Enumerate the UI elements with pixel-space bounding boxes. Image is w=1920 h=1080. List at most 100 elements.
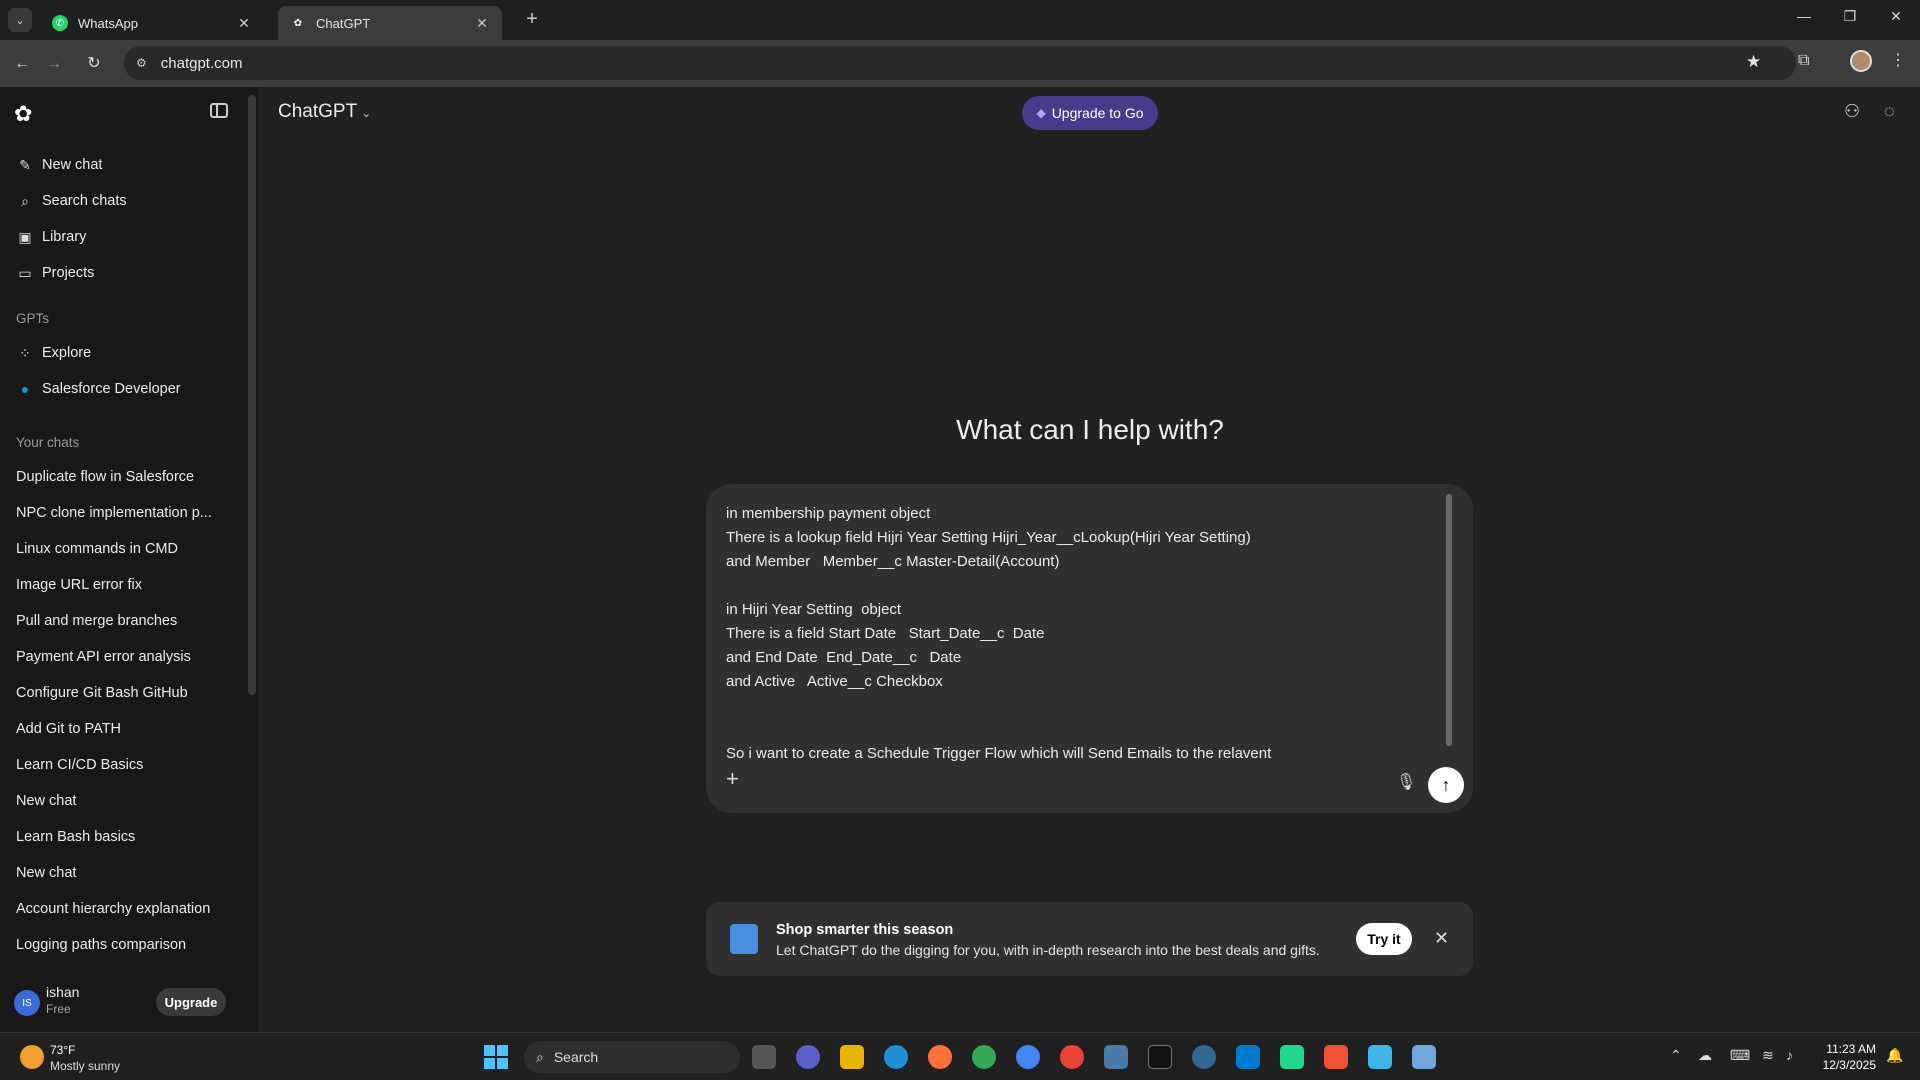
sidebar-item-salesforce-developer[interactable]: ● Salesforce Developer	[16, 376, 181, 402]
chat-history-item[interactable]: Learn CI/CD Basics	[16, 757, 143, 773]
chat-history-item[interactable]: Payment API error analysis	[16, 649, 191, 665]
restore-button[interactable]: ❐	[1838, 8, 1862, 25]
add-person-icon[interactable]: ⚇	[1844, 101, 1860, 122]
chat-history-item[interactable]: Configure Git Bash GitHub	[16, 685, 188, 701]
chat-history-item[interactable]: Linux commands in CMD	[16, 541, 178, 557]
notification-bell-icon[interactable]: 🔔	[1886, 1047, 1903, 1064]
prompt-input[interactable]: in membership payment object There is a …	[726, 502, 1426, 766]
sidebar-item-library[interactable]: ▣ Library	[16, 224, 86, 250]
firefox-icon[interactable]	[928, 1045, 952, 1069]
salesforce-gpt-icon: ●	[20, 381, 30, 397]
windows-start-icon[interactable]	[484, 1045, 508, 1069]
wifi-icon[interactable]: ≋	[1762, 1047, 1774, 1064]
extensions-icon[interactable]: ⧉	[1798, 52, 1809, 70]
sidebar-item-explore[interactable]: ⁘ Explore	[16, 340, 91, 366]
chat-history-item[interactable]: Learn Bash basics	[16, 829, 135, 845]
photos-icon[interactable]	[1104, 1045, 1128, 1069]
chat-history-item[interactable]: New chat	[16, 793, 76, 809]
tab-whatsapp[interactable]: ✆ WhatsApp ✕	[40, 6, 264, 40]
sidebar-item-label: Library	[42, 229, 87, 245]
chat-history-item[interactable]: Pull and merge branches	[16, 613, 177, 629]
model-selector[interactable]: ChatGPT ⌄	[278, 101, 371, 123]
pycharm-icon[interactable]	[1280, 1045, 1304, 1069]
postgres-icon[interactable]	[1192, 1045, 1216, 1069]
tab-chatgpt[interactable]: ✿ ChatGPT ✕	[278, 6, 502, 40]
gpts-section-label: GPTs	[16, 311, 50, 326]
chrome-icon[interactable]	[972, 1045, 996, 1069]
promo-title: Shop smarter this season	[776, 922, 954, 938]
chat-history-item[interactable]: Account hierarchy explanation	[16, 901, 210, 917]
chat-history-item[interactable]: NPC clone implementation p...	[16, 505, 212, 521]
sidebar-item-projects[interactable]: ▭ Projects	[16, 260, 94, 286]
back-icon[interactable]: ←	[10, 52, 34, 76]
close-window-button[interactable]: ✕	[1884, 8, 1908, 25]
clock-date: 12/3/2025	[1822, 1058, 1876, 1072]
browser-tabbar: ⌄ ✆ WhatsApp ✕ ✿ ChatGPT ✕ + — ❐ ✕	[0, 0, 1920, 40]
try-it-button[interactable]: Try it	[1356, 923, 1412, 955]
library-icon: ▣	[18, 228, 32, 245]
browser-menu-icon[interactable]: ⋮	[1890, 50, 1906, 70]
bookmark-star-icon[interactable]: ★	[1746, 52, 1761, 72]
volume-icon[interactable]: ♪	[1786, 1047, 1793, 1063]
chatgpt-icon: ✿	[293, 17, 303, 29]
terminal-icon[interactable]	[1148, 1045, 1172, 1069]
chat-history-item[interactable]: Add Git to PATH	[16, 721, 121, 737]
git-icon[interactable]	[1324, 1045, 1348, 1069]
close-icon[interactable]: ✕	[236, 15, 252, 32]
user-account-row[interactable]: IS ishan Free Upgrade	[0, 976, 258, 1032]
sidebar-item-label: New chat	[42, 157, 103, 173]
chat-history-item[interactable]: New chat	[16, 865, 76, 881]
temporary-chat-icon[interactable]: ◌	[1884, 101, 1895, 122]
upgrade-to-go-button[interactable]: ◆ Upgrade to Go	[1022, 96, 1158, 130]
user-plan: Free	[46, 1002, 71, 1016]
taskbar-search[interactable]: ⌕ Search	[524, 1041, 740, 1073]
chatgpt-logo-icon[interactable]: ✿	[14, 101, 32, 127]
address-bar[interactable]: ⚙ chatgpt.com	[124, 46, 1796, 80]
tab-search-menu-button[interactable]: ⌄	[8, 8, 32, 32]
minimize-button[interactable]: —	[1792, 8, 1816, 24]
vscode-icon[interactable]	[1236, 1045, 1260, 1069]
notepad-icon[interactable]	[1368, 1045, 1392, 1069]
edge-icon[interactable]	[884, 1045, 908, 1069]
profile-avatar[interactable]	[1850, 50, 1872, 72]
chat-history-item[interactable]: Duplicate flow in Salesforce	[16, 469, 194, 485]
teams-icon[interactable]	[796, 1045, 820, 1069]
close-icon[interactable]: ✕	[1434, 928, 1449, 949]
onedrive-icon[interactable]: ☁	[1698, 1047, 1712, 1064]
keyboard-icon[interactable]: ⌨	[1730, 1047, 1750, 1064]
url-text: chatgpt.com	[160, 54, 243, 72]
your-chats-section-label: Your chats	[16, 435, 80, 450]
weather-sun-icon[interactable]	[20, 1045, 44, 1069]
taskbar-search-label: Search	[553, 1049, 599, 1065]
task-view-icon[interactable]	[752, 1045, 776, 1069]
chrome-icon[interactable]	[1016, 1045, 1040, 1069]
tab-title: WhatsApp	[78, 15, 138, 31]
user-name: ishan	[46, 984, 80, 1000]
weather-desc: Mostly sunny	[50, 1059, 121, 1073]
upgrade-go-label: Upgrade to Go	[1051, 105, 1144, 121]
upgrade-button[interactable]: Upgrade	[156, 988, 226, 1016]
send-button[interactable]: ↑	[1428, 767, 1464, 803]
composer-scrollbar[interactable]	[1446, 494, 1452, 746]
file-explorer-icon[interactable]	[840, 1045, 864, 1069]
chat-history-item[interactable]: Image URL error fix	[16, 577, 142, 593]
microphone-icon[interactable]: 🎙	[1396, 772, 1416, 792]
sidebar-item-search-chats[interactable]: ⌕ Search chats	[16, 188, 127, 214]
chat-history-item[interactable]: Logging paths comparison	[16, 937, 186, 953]
add-attachment-icon[interactable]: +	[726, 766, 739, 792]
chevron-up-icon[interactable]: ⌃	[1670, 1047, 1682, 1064]
sidebar-toggle-icon[interactable]	[210, 103, 228, 118]
sidebar-scrollbar[interactable]	[248, 95, 256, 695]
promo-banner: Shop smarter this season Let ChatGPT do …	[706, 902, 1473, 976]
system-clock[interactable]: 11:23 AM 12/3/2025	[1822, 1041, 1876, 1073]
sidebar-item-new-chat[interactable]: ✎ New chat	[16, 152, 102, 178]
browser-navbar: ← → ↻ ⚙ chatgpt.com ★ ⧉ ⋮	[0, 40, 1920, 87]
site-info-icon[interactable]: ⚙	[136, 56, 147, 70]
close-icon[interactable]: ✕	[474, 15, 490, 32]
reload-icon[interactable]: ↻	[82, 52, 106, 76]
new-tab-button[interactable]: +	[520, 8, 544, 31]
chrome-icon[interactable]	[1060, 1045, 1084, 1069]
grid-icon: ⁘	[19, 344, 31, 361]
forward-icon[interactable]: →	[42, 52, 66, 76]
app-icon[interactable]	[1412, 1045, 1436, 1069]
